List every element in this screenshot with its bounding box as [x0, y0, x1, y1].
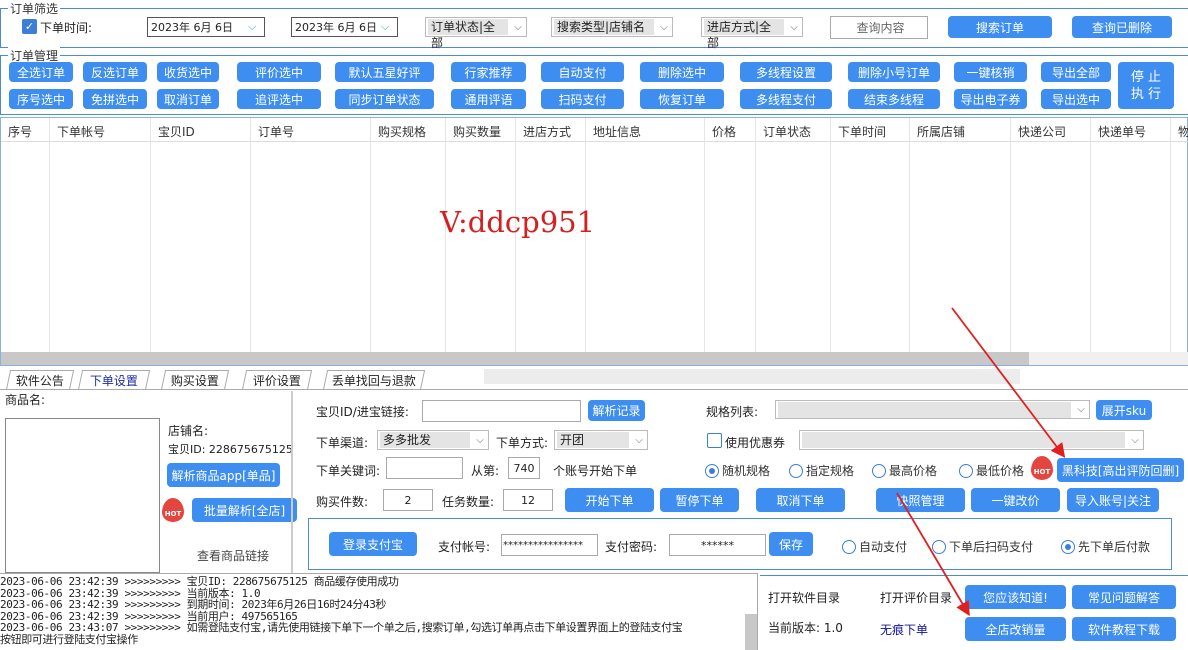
annotation-arrows — [896, 307, 1066, 617]
arrow-to-black-tech — [951, 307, 1066, 458]
arrow-to-shop-sales — [896, 492, 970, 617]
